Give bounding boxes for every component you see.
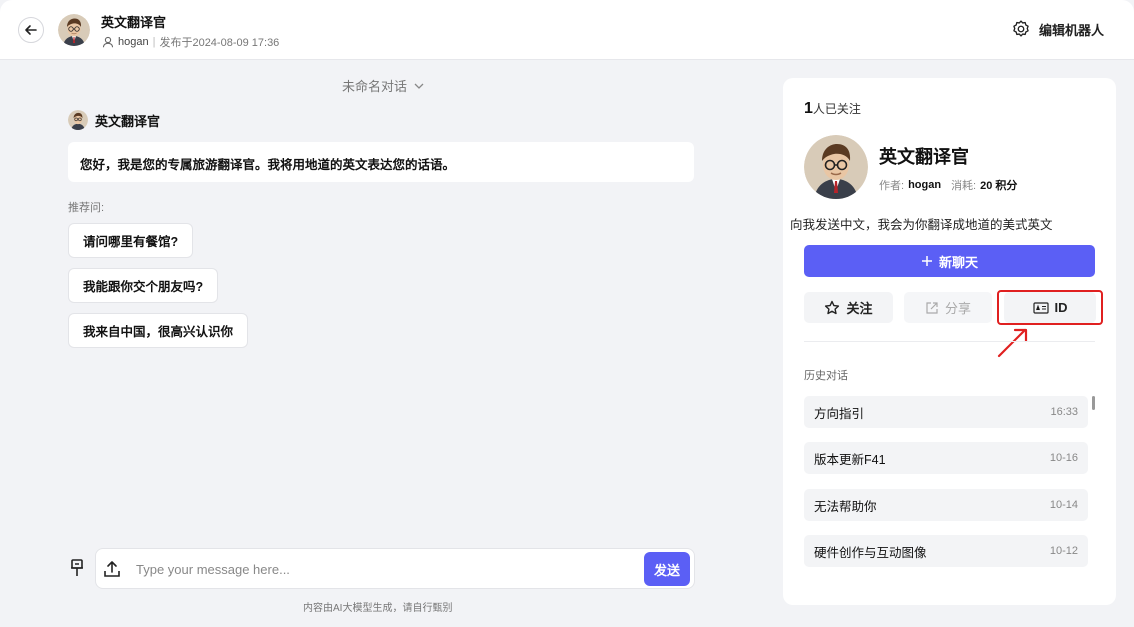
annotation-arrow-icon <box>997 328 1028 358</box>
conversation-title[interactable]: 未命名对话 <box>342 76 425 95</box>
meta-separator: | <box>152 36 156 48</box>
annotation-highlight-box <box>997 290 1103 325</box>
cost-label: 消耗: <box>951 180 977 192</box>
top-header: 英文翻译官 hogan | 发布于2024-08-09 17:36 编辑机器人 <box>0 0 1134 60</box>
history-item-title: 版本更新F41 <box>814 452 886 467</box>
ai-disclaimer: 内容由AI大模型生成，请自行甄别 <box>303 603 453 614</box>
history-scrollbar[interactable] <box>1092 396 1095 410</box>
upload-icon <box>104 561 120 577</box>
suggestion-chip[interactable]: 我能跟你交个朋友吗? <box>68 268 219 303</box>
bot-info-panel: 1人已关注 英文翻译官 作者: hogan 消耗: 20 积分 向我发送中文，我… <box>783 78 1116 605</box>
message-input[interactable] <box>136 559 636 579</box>
bot-description: 向我发送中文，我会为你翻译成地道的美式英文 <box>790 218 1053 232</box>
share-button[interactable]: 分享 <box>904 292 992 323</box>
share-label: 分享 <box>944 301 971 316</box>
author-name: hogan <box>118 36 149 48</box>
upload-button[interactable] <box>104 560 120 581</box>
follower-number: 1 <box>804 100 813 117</box>
follow-label: 关注 <box>846 301 873 316</box>
page-title: 英文翻译官 <box>101 15 167 30</box>
bot-message-name: 英文翻译官 <box>95 113 161 129</box>
plus-icon <box>921 256 932 266</box>
pin-button[interactable] <box>70 559 84 580</box>
history-label: 历史对话 <box>804 370 848 382</box>
new-chat-label: 新聊天 <box>938 254 978 270</box>
history-item-time: 10-14 <box>1049 499 1078 511</box>
history-item-title: 方向指引 <box>814 406 865 421</box>
conversation-title-text: 未命名对话 <box>342 79 408 94</box>
gear-icon <box>1013 20 1029 37</box>
pin-icon <box>71 559 83 576</box>
bot-avatar-small <box>68 110 88 130</box>
suggestion-chip[interactable]: 我来自中国，很高兴认识你 <box>68 313 249 348</box>
app-window: 英文翻译官 hogan | 发布于2024-08-09 17:36 编辑机器人 … <box>0 0 1134 627</box>
cost-value: 20 积分 <box>980 180 1018 192</box>
follower-suffix: 人已关注 <box>812 102 861 116</box>
arrow-left-icon <box>25 25 37 35</box>
history-item-time: 16:33 <box>1050 406 1078 418</box>
follower-count: 1人已关注 <box>804 100 861 118</box>
back-button[interactable] <box>18 17 44 43</box>
message-composer: 发送 <box>95 548 695 589</box>
greeting-message: 您好，我是您的专属旅游翻译官。我将用地道的英文表达您的话语。 <box>68 142 694 182</box>
chevron-down-icon <box>414 83 424 89</box>
history-item[interactable]: 版本更新F41 10-16 <box>804 442 1088 474</box>
bot-message-header: 英文翻译官 <box>68 110 160 130</box>
edit-bot-label: 编辑机器人 <box>1038 22 1104 38</box>
history-item-time: 10-16 <box>1049 452 1078 464</box>
history-item[interactable]: 方向指引 16:33 <box>804 396 1088 428</box>
history-item-title: 硬件创作与互动图像 <box>814 545 927 560</box>
author-value: hogan <box>908 179 942 191</box>
recommend-label: 推荐问: <box>68 202 105 214</box>
star-icon <box>825 300 840 314</box>
suggestion-chip[interactable]: 请问哪里有餐馆? <box>68 223 194 258</box>
edit-bot-button[interactable]: 编辑机器人 <box>1011 19 1104 39</box>
history-item[interactable]: 无法帮助你 10-14 <box>804 489 1088 521</box>
author-label: 作者: <box>879 180 905 192</box>
new-chat-button[interactable]: 新聊天 <box>804 245 1095 277</box>
bot-name: 英文翻译官 <box>879 147 969 167</box>
share-icon <box>926 301 938 314</box>
history-item-title: 无法帮助你 <box>814 499 877 514</box>
publish-date: 发布于2024-08-09 17:36 <box>159 37 280 49</box>
user-icon <box>102 36 114 48</box>
bot-meta: hogan | 发布于2024-08-09 17:36 <box>102 34 279 50</box>
send-button[interactable]: 发送 <box>644 552 690 586</box>
bot-avatar <box>58 14 90 46</box>
follow-button[interactable]: 关注 <box>804 292 893 323</box>
bot-avatar-large <box>804 135 868 199</box>
panel-divider <box>804 341 1095 342</box>
bot-author-cost: 作者: hogan 消耗: 20 积分 <box>879 177 1017 193</box>
history-item[interactable]: 硬件创作与互动图像 10-12 <box>804 535 1088 567</box>
history-item-time: 10-12 <box>1049 545 1078 557</box>
